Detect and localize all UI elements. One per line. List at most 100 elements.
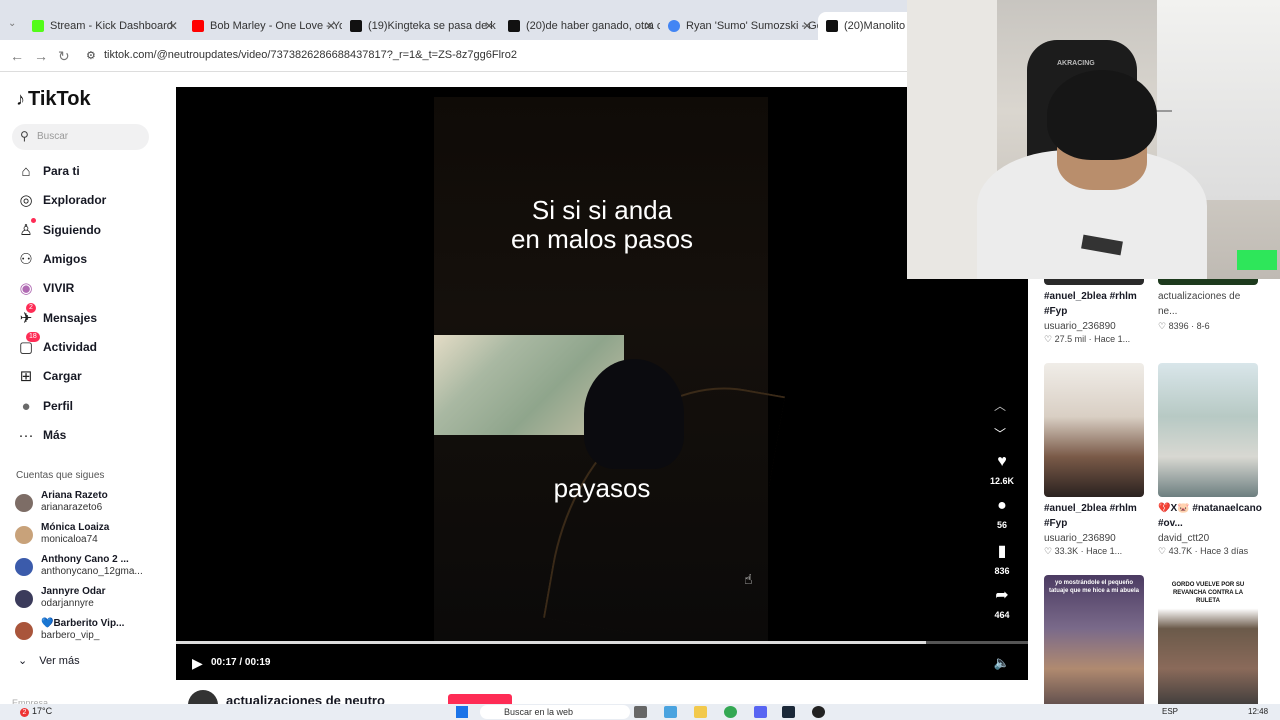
browser-tab-tiktok-2[interactable]: (20)de haber ganado, otra cosa ✕ bbox=[500, 12, 660, 40]
nav-siguiendo[interactable]: ♙ Siguiendo bbox=[16, 218, 166, 241]
site-info-icon[interactable]: ⚙ bbox=[86, 49, 96, 62]
url-field[interactable]: tiktok.com/@neutroupdates/video/73738262… bbox=[104, 49, 517, 61]
close-icon[interactable]: ✕ bbox=[168, 19, 178, 33]
video-title: 💔X🐷 #natanaelcano #ov... bbox=[1158, 503, 1262, 529]
video-meta: ♡ 27.5 mil · Hace 1... bbox=[1044, 334, 1131, 344]
nav-mensajes[interactable]: ✈ 2 Mensajes bbox=[16, 303, 166, 329]
mouse-cursor-icon: ☝ bbox=[744, 571, 753, 587]
copilot-icon[interactable] bbox=[664, 706, 677, 718]
bookmark-icon: ▮ bbox=[997, 543, 1007, 560]
video-title: actualizaciones de ne... bbox=[1158, 291, 1241, 317]
video-frame bbox=[434, 97, 786, 653]
windows-start-icon[interactable] bbox=[456, 706, 468, 718]
reload-icon[interactable]: ↻ bbox=[58, 48, 70, 65]
play-icon[interactable]: ▶ bbox=[192, 655, 203, 672]
following-account[interactable]: Anthony Cano 2 ... anthonycano_12gma... bbox=[15, 554, 165, 582]
like-count: 12.6K bbox=[989, 476, 1015, 486]
video-caption-top: Si si si anda en malos pasos bbox=[176, 196, 1028, 254]
nav-actividad[interactable]: ▢ 18 Actividad bbox=[16, 332, 166, 358]
save-button[interactable]: ▮ 836 bbox=[982, 541, 1022, 576]
follow-button[interactable] bbox=[448, 694, 512, 704]
volume-icon[interactable]: 🔈 bbox=[994, 655, 1010, 671]
nav-label: Perfil bbox=[43, 399, 74, 413]
recommended-video[interactable]: GORDO VUELVE POR SU REVANCHA CONTRA LA R… bbox=[1158, 575, 1262, 704]
steam-icon[interactable] bbox=[782, 706, 795, 718]
nav-label: Amigos bbox=[43, 252, 88, 266]
video-thumbnail: yo mostrándole el pequeño tatuaje que me… bbox=[1044, 575, 1144, 704]
nav-vivir[interactable]: ◉ VIVIR bbox=[16, 277, 166, 299]
nav-label: Mensajes bbox=[43, 311, 98, 325]
taskbar-search[interactable]: Buscar en la web bbox=[480, 705, 630, 719]
video-meta: ♡ 33.3K · Hace 1... bbox=[1044, 546, 1123, 556]
account-handle: monicaloa74 bbox=[41, 534, 98, 545]
forward-icon[interactable]: → bbox=[34, 48, 48, 64]
clock[interactable]: 12:48 bbox=[1248, 707, 1268, 716]
back-icon[interactable]: ← bbox=[10, 48, 24, 64]
nav-label: Explorador bbox=[43, 193, 107, 207]
search-placeholder: Buscar bbox=[37, 131, 69, 142]
next-video-icon[interactable]: ﹀ bbox=[994, 425, 1006, 442]
activity-icon: ▢ 18 bbox=[16, 332, 40, 356]
close-icon[interactable]: ✕ bbox=[484, 19, 494, 33]
browser-tab-tiktok-1[interactable]: (19)Kingteka se pasa de k ✕ bbox=[342, 12, 500, 40]
weather-badge: 2 bbox=[20, 708, 29, 717]
video-thumbnail bbox=[1044, 279, 1144, 285]
heart-icon: ♡ bbox=[1158, 321, 1169, 331]
recommended-video[interactable]: #anuel_2blea #rhlm #Fyp usuario_236890 ♡… bbox=[1044, 363, 1148, 557]
caption-line: en malos pasos bbox=[510, 224, 694, 254]
following-account[interactable]: Jannyre Odar odarjannyre bbox=[15, 586, 165, 614]
like-button[interactable]: ♥ 12.6K bbox=[982, 453, 1022, 486]
close-icon[interactable]: ✕ bbox=[802, 19, 812, 33]
following-section-title: Cuentas que sigues bbox=[16, 470, 105, 481]
search-input[interactable]: ⚲ Buscar bbox=[12, 124, 149, 150]
heart-icon: ♡ bbox=[1158, 546, 1169, 556]
following-account[interactable]: 💙Barberito Vip... barbero_vip_ bbox=[15, 618, 165, 646]
account-handle: arianarazeto6 bbox=[41, 502, 103, 513]
nav-explorador[interactable]: ◎ Explorador bbox=[16, 189, 166, 211]
following-account[interactable]: Ariana Razeto arianarazeto6 bbox=[15, 490, 165, 518]
language-indicator[interactable]: ESP bbox=[1162, 707, 1178, 716]
obs-icon[interactable] bbox=[812, 706, 825, 718]
following-account[interactable]: Mónica Loaiza monicaloa74 bbox=[15, 522, 165, 550]
video-progress-bar[interactable] bbox=[176, 641, 1028, 644]
task-view-icon[interactable] bbox=[634, 706, 647, 718]
tab-list-chevron-icon[interactable]: ⌄ bbox=[8, 18, 16, 29]
nav-mas[interactable]: ··· Más bbox=[16, 424, 166, 446]
author-name[interactable]: actualizaciones de neutro bbox=[226, 693, 385, 704]
nav-cargar[interactable]: ⊞ Cargar bbox=[16, 365, 166, 387]
avatar bbox=[15, 590, 33, 608]
file-explorer-icon[interactable] bbox=[694, 706, 707, 718]
video-player[interactable]: Si si si anda en malos pasos payasos ☝ ︿… bbox=[176, 87, 1028, 680]
chrome-icon[interactable] bbox=[724, 706, 737, 718]
close-icon[interactable]: ✕ bbox=[326, 19, 336, 33]
recommended-video[interactable]: #anuel_2blea #rhlm #Fyp usuario_236890 ♡… bbox=[1044, 279, 1148, 345]
recommended-video[interactable]: actualizaciones de ne... ♡ 8396 · 8-6 bbox=[1158, 279, 1262, 332]
nav-para-ti[interactable]: ⌂ Para ti bbox=[16, 160, 166, 182]
browser-tab-tiktok-active[interactable]: (20)Manolito Rojita bbox=[818, 12, 918, 40]
recommended-video[interactable]: 💔X🐷 #natanaelcano #ov... david_ctt20 ♡ 4… bbox=[1158, 363, 1262, 557]
browser-tab-youtube[interactable]: Bob Marley - One Love - YouTu ✕ bbox=[184, 12, 342, 40]
video-age: Hace 1... bbox=[1086, 546, 1123, 556]
nav-perfil[interactable]: ● Perfil bbox=[16, 395, 166, 417]
video-thumbnail bbox=[1158, 363, 1258, 497]
tiktok-logo[interactable]: ♪ TikTok bbox=[16, 88, 91, 111]
chair-brand-text: AKRACING bbox=[1057, 60, 1095, 67]
previous-video-icon[interactable]: ︿ bbox=[994, 397, 1006, 414]
recommended-video[interactable]: yo mostrándole el pequeño tatuaje que me… bbox=[1044, 575, 1148, 704]
nav-amigos[interactable]: ⚇ Amigos bbox=[16, 248, 166, 270]
comment-button[interactable]: ● 56 bbox=[982, 497, 1022, 530]
close-icon[interactable]: ✕ bbox=[644, 19, 654, 33]
video-time: 00:17 / 00:19 bbox=[211, 657, 271, 668]
like-count: 8396 bbox=[1168, 321, 1189, 331]
author-avatar[interactable] bbox=[188, 690, 218, 704]
video-author-row: actualizaciones de neutro bbox=[176, 688, 1028, 704]
see-more-button[interactable]: ⌄ Ver más bbox=[18, 654, 80, 667]
weather-widget[interactable]: 2 17°C bbox=[20, 706, 52, 717]
browser-tab-google[interactable]: Ryan 'Sumo' Sumozski - Google ✕ bbox=[660, 12, 818, 40]
share-button[interactable]: ➦ 464 bbox=[982, 585, 1022, 620]
thumbnail-caption: yo mostrándole el pequeño tatuaje que me… bbox=[1048, 580, 1140, 594]
discord-icon[interactable] bbox=[754, 706, 767, 718]
browser-tab-kick[interactable]: Stream - Kick Dashboard ✕ bbox=[24, 12, 184, 40]
tab-title: (20)de haber ganado, otra cosa bbox=[526, 20, 660, 32]
video-title: #anuel_2blea #rhlm #Fyp bbox=[1044, 503, 1137, 529]
